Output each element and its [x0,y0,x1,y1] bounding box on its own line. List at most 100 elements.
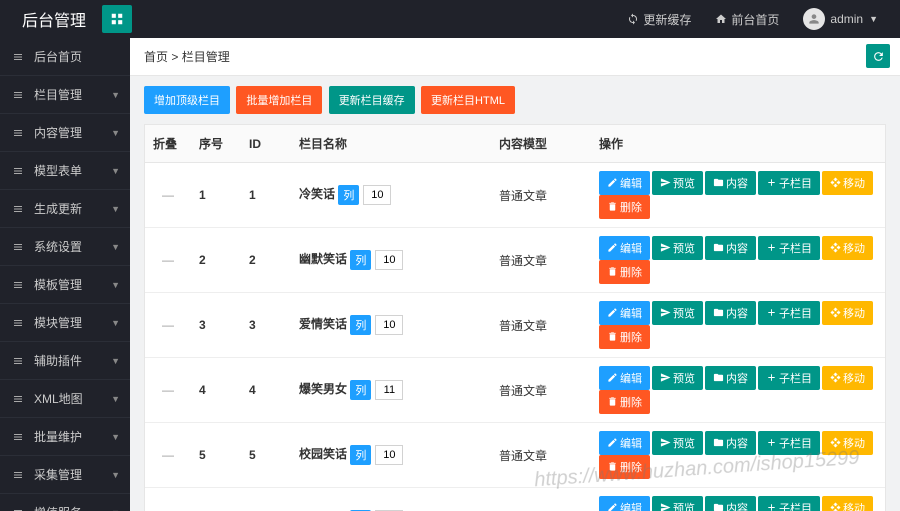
update-html-button[interactable]: 更新栏目HTML [421,86,515,114]
sub-button[interactable]: 子栏目 [758,496,820,511]
add-top-button[interactable]: 增加顶级栏目 [144,86,230,114]
edit-icon [607,307,618,318]
sidebar-item-9[interactable]: XML地图▼ [0,380,130,418]
edit-button[interactable]: 编辑 [599,171,650,195]
edit-button[interactable]: 编辑 [599,301,650,325]
update-cache-button[interactable]: 更新栏目缓存 [329,86,415,114]
edit-icon [607,242,618,253]
delete-button[interactable]: 删除 [599,195,650,219]
move-button[interactable]: 移动 [822,496,873,511]
sidebar-item-2[interactable]: 内容管理▼ [0,114,130,152]
main-content: 首页 > 栏目管理 增加顶级栏目 批量增加栏目 更新栏目缓存 更新栏目HTML … [130,38,900,511]
sidebar-item-6[interactable]: 模板管理▼ [0,266,130,304]
move-button[interactable]: 移动 [822,171,873,195]
name-cell: 糗文囧事 列 [291,488,491,511]
fold-toggle[interactable]: — [153,253,183,267]
table-row: —33爱情笑话 列普通文章编辑预览内容子栏目移动删除 [145,293,885,358]
delete-button[interactable]: 删除 [599,260,650,284]
ops-cell: 编辑预览内容子栏目移动删除 [591,228,885,293]
move-button[interactable]: 移动 [822,431,873,455]
preview-button[interactable]: 预览 [652,171,703,195]
menu-toggle[interactable] [102,5,132,33]
sidebar-item-5[interactable]: 系统设置▼ [0,228,130,266]
order-input[interactable] [375,315,403,335]
edit-button[interactable]: 编辑 [599,366,650,390]
move-button[interactable]: 移动 [822,301,873,325]
delete-button[interactable]: 删除 [599,390,650,414]
plus-icon [766,502,777,511]
order-input[interactable] [363,185,391,205]
content-button[interactable]: 内容 [705,171,756,195]
name-cell: 冷笑话 列 [291,163,491,228]
delete-button[interactable]: 删除 [599,325,650,349]
preview-button[interactable]: 预览 [652,431,703,455]
move-button[interactable]: 移动 [822,366,873,390]
chevron-down-icon: ▼ [111,166,120,176]
sub-button[interactable]: 子栏目 [758,301,820,325]
breadcrumb-home[interactable]: 首页 [144,50,168,64]
sub-button[interactable]: 子栏目 [758,431,820,455]
fold-toggle[interactable]: — [153,318,183,332]
model-cell: 普通文章 [491,293,591,358]
sidebar-item-3[interactable]: 模型表单▼ [0,152,130,190]
folder-icon [713,307,724,318]
delete-button[interactable]: 删除 [599,455,650,479]
sub-button[interactable]: 子栏目 [758,366,820,390]
tpl-icon [12,278,26,292]
content-button[interactable]: 内容 [705,496,756,511]
fold-toggle[interactable]: — [153,383,183,397]
refresh-icon [627,13,639,25]
topbar: 后台管理 更新缓存 前台首页 admin ▼ [0,0,900,38]
content-button[interactable]: 内容 [705,431,756,455]
preview-button[interactable]: 预览 [652,236,703,260]
batch-add-button[interactable]: 批量增加栏目 [236,86,322,114]
fold-toggle[interactable]: — [153,448,183,462]
sidebar-item-11[interactable]: 采集管理▼ [0,456,130,494]
model-cell: 普通文章 [491,228,591,293]
preview-button[interactable]: 预览 [652,496,703,511]
sidebar-item-1[interactable]: 栏目管理▼ [0,76,130,114]
edit-icon [607,372,618,383]
refresh-button[interactable] [866,44,890,68]
user-menu[interactable]: admin ▼ [791,0,890,38]
update-cache-link[interactable]: 更新缓存 [615,0,703,38]
content-button[interactable]: 内容 [705,301,756,325]
name-cell: 爱情笑话 列 [291,293,491,358]
order-input[interactable] [375,380,403,400]
sub-button[interactable]: 子栏目 [758,236,820,260]
sidebar-item-12[interactable]: 增值服务▼ [0,494,130,511]
chevron-down-icon: ▼ [111,394,120,404]
sidebar-item-label: 辅助插件 [34,352,82,369]
file-icon [12,126,26,140]
sidebar-item-label: 模块管理 [34,314,82,331]
batch-icon [12,430,26,444]
sidebar-item-8[interactable]: 辅助插件▼ [0,342,130,380]
preview-button[interactable]: 预览 [652,366,703,390]
order-input[interactable] [375,445,403,465]
sub-button[interactable]: 子栏目 [758,171,820,195]
id-cell: 2 [241,228,291,293]
del-icon [607,331,618,342]
preview-button[interactable]: 预览 [652,301,703,325]
sidebar-item-10[interactable]: 批量维护▼ [0,418,130,456]
front-site-link[interactable]: 前台首页 [703,0,791,38]
plus-icon [766,437,777,448]
sidebar-item-label: 模板管理 [34,276,82,293]
sidebar-item-4[interactable]: 生成更新▼ [0,190,130,228]
sidebar-item-0[interactable]: 后台首页 [0,38,130,76]
edit-button[interactable]: 编辑 [599,236,650,260]
move-button[interactable]: 移动 [822,236,873,260]
ops-cell: 编辑预览内容子栏目移动删除 [591,488,885,511]
sort-cell: 3 [191,293,241,358]
sidebar-item-7[interactable]: 模块管理▼ [0,304,130,342]
refresh-icon [12,202,26,216]
sort-cell: 6 [191,488,241,511]
send-icon [660,372,671,383]
edit-button[interactable]: 编辑 [599,496,650,511]
content-button[interactable]: 内容 [705,236,756,260]
order-input[interactable] [375,250,403,270]
fold-toggle[interactable]: — [153,188,183,202]
edit-button[interactable]: 编辑 [599,431,650,455]
content-button[interactable]: 内容 [705,366,756,390]
send-icon [660,437,671,448]
